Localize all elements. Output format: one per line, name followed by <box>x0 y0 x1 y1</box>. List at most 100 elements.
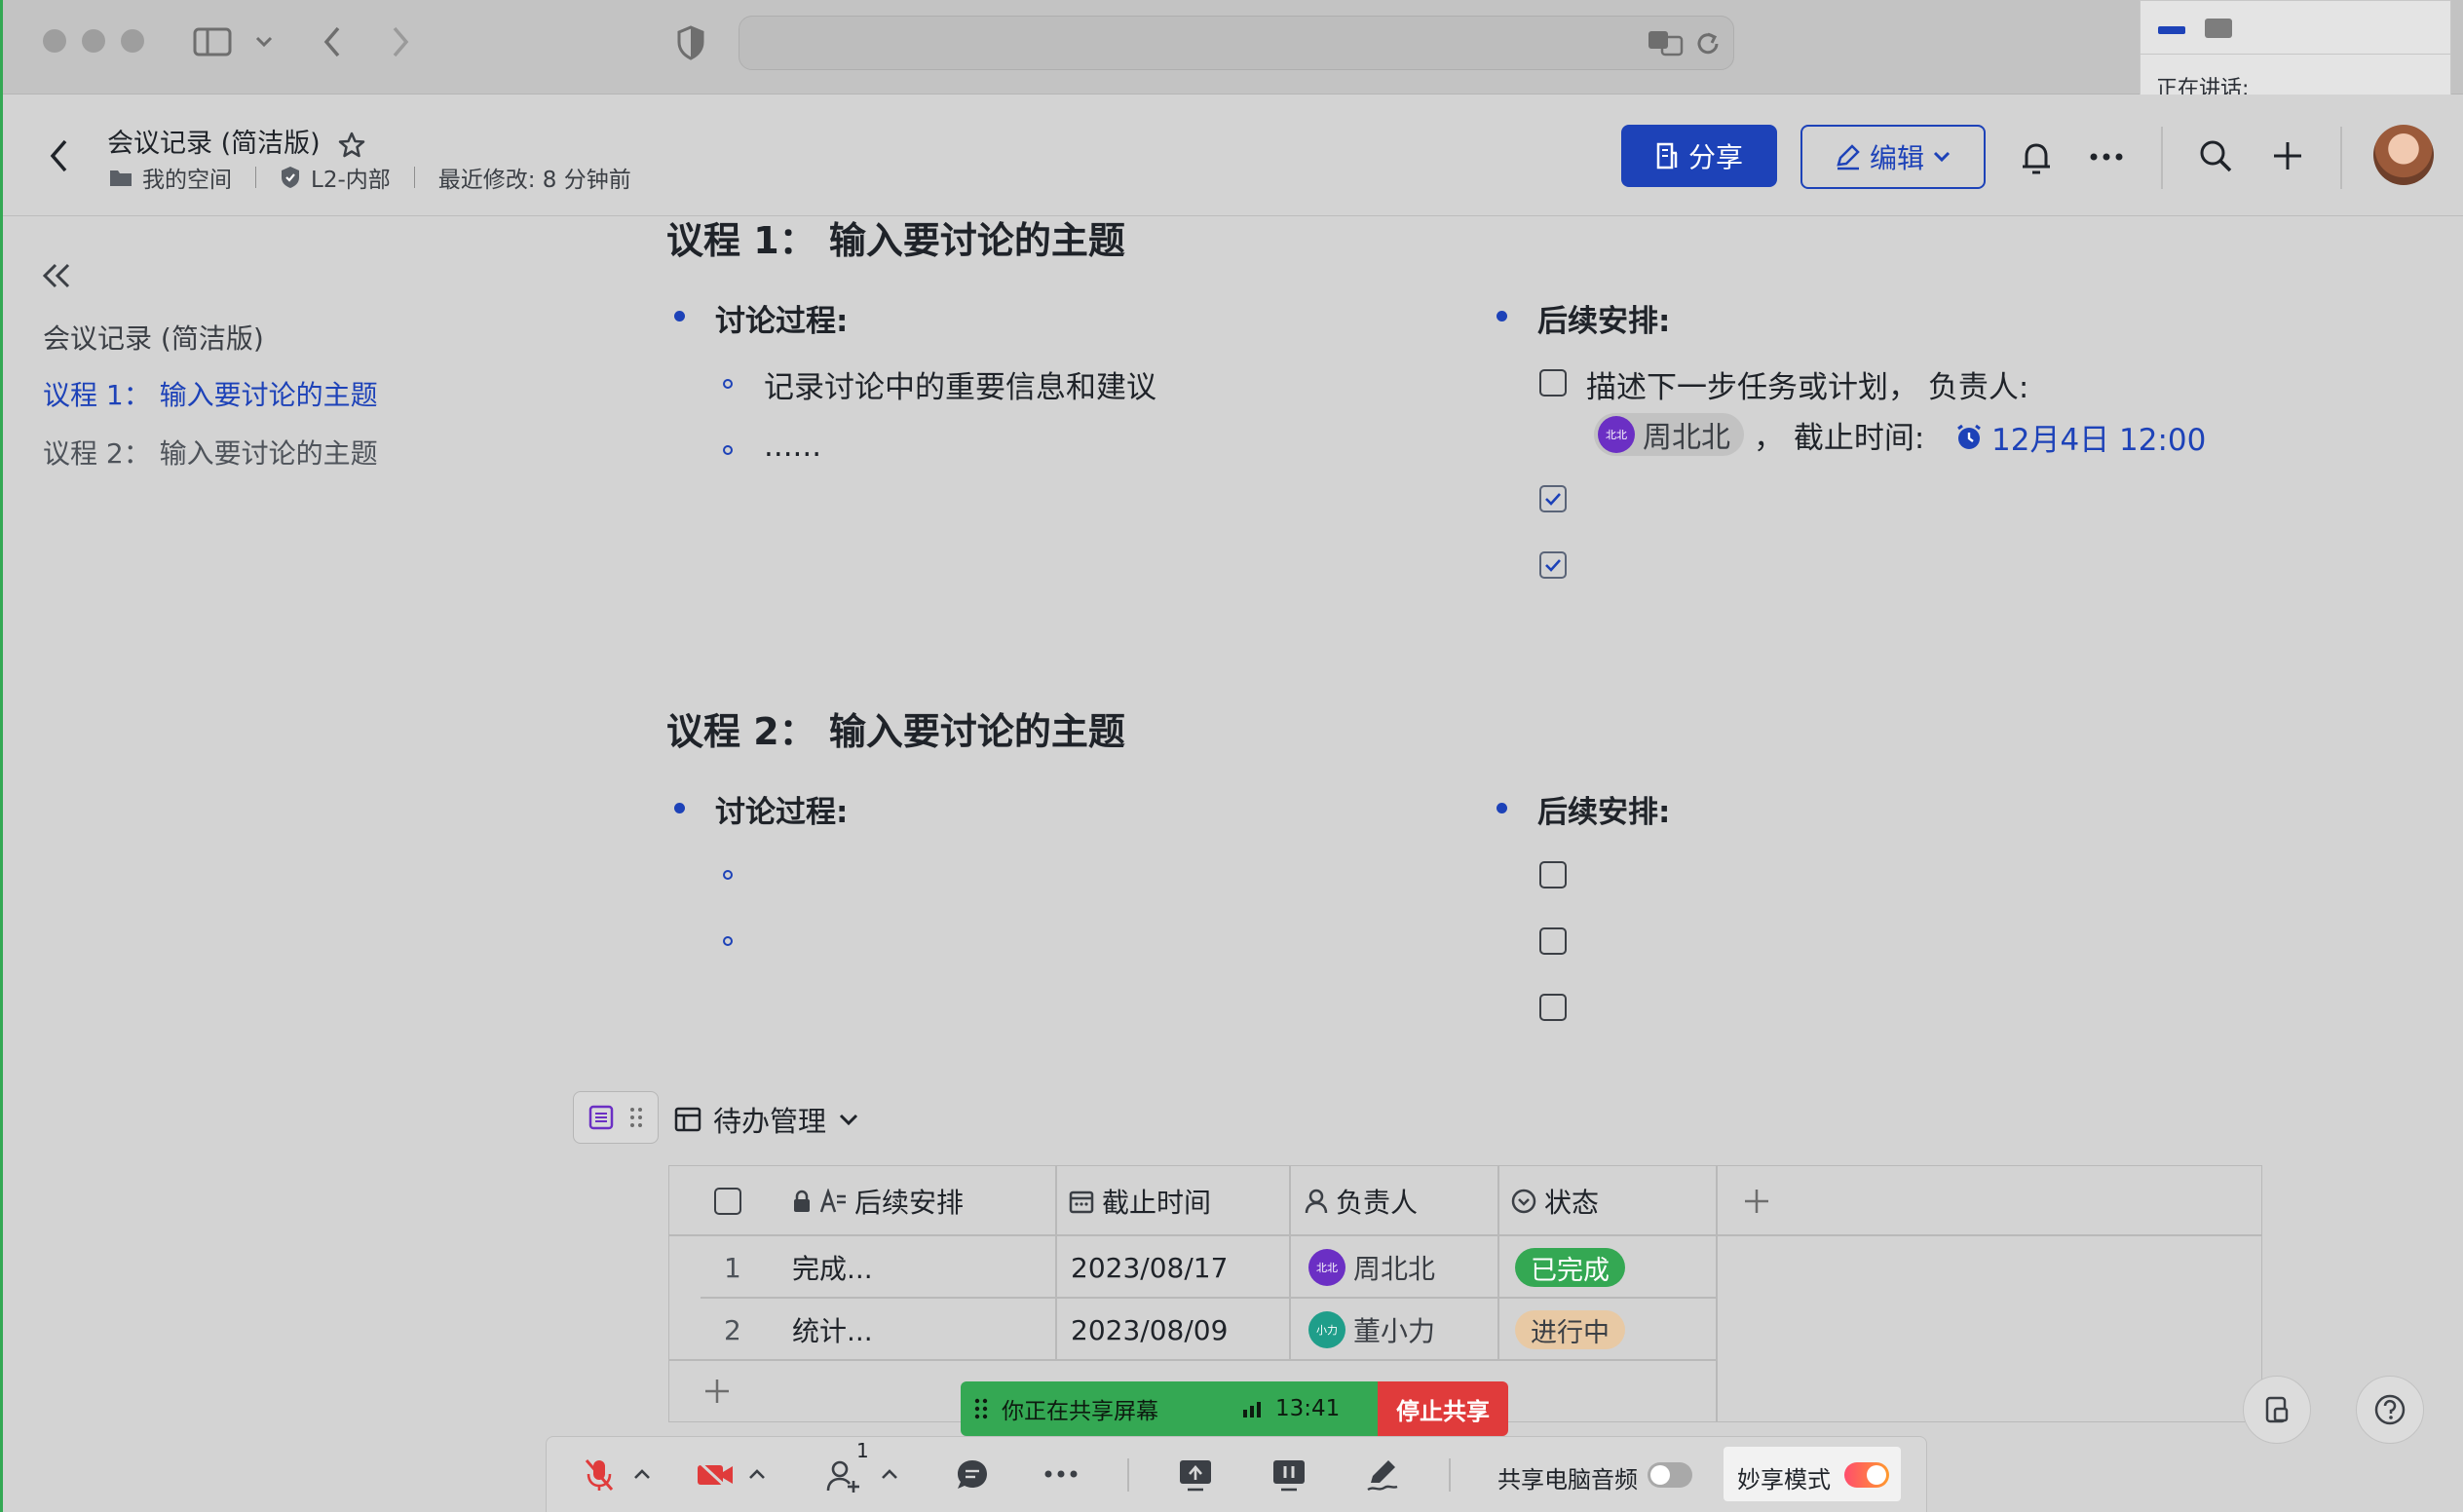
outline-item-agenda-1[interactable]: 议程 1： 输入要讨论的主题 <box>43 374 378 413</box>
cell-deadline[interactable]: 2023/08/17 <box>1071 1248 1228 1287</box>
back-arrow-icon[interactable] <box>45 134 72 177</box>
minimize-window-button[interactable] <box>82 29 105 53</box>
cell-owner[interactable]: 北北 周北北 <box>1308 1246 1435 1289</box>
close-window-button[interactable] <box>43 29 66 53</box>
outline-item-doc-title[interactable]: 会议记录 (简洁版) <box>43 318 264 357</box>
status-badge[interactable]: 进行中 <box>1515 1310 1625 1349</box>
more-icon[interactable] <box>1042 1466 1080 1482</box>
document-title-text: 会议记录 (简洁版) <box>107 129 321 159</box>
edit-button[interactable]: 编辑 <box>1800 125 1986 189</box>
address-bar[interactable] <box>739 16 1734 70</box>
annotate-icon[interactable] <box>1363 1456 1402 1493</box>
task-checkbox[interactable] <box>1539 369 1567 397</box>
stop-share-button[interactable]: 停止共享 <box>1378 1381 1508 1436</box>
user-avatar[interactable] <box>2373 125 2434 185</box>
drag-handle-icon[interactable] <box>626 1104 646 1131</box>
location-label[interactable]: 我的空间 <box>142 161 232 194</box>
cell-task[interactable]: 完成... <box>792 1248 873 1287</box>
status-badge[interactable]: 已完成 <box>1515 1248 1625 1287</box>
security-label[interactable]: L2-内部 <box>311 161 391 194</box>
divider <box>701 1297 1716 1299</box>
share-audio-toggle[interactable] <box>1648 1462 1692 1488</box>
more-icon[interactable] <box>2087 142 2126 171</box>
bell-icon[interactable] <box>2017 136 2056 179</box>
star-icon[interactable] <box>338 132 365 159</box>
column-header-owner[interactable]: 负责人 <box>1305 1182 1418 1221</box>
agenda-1-heading[interactable]: 议程 1： 输入要讨论的主题 <box>666 210 1125 264</box>
column-header-deadline[interactable]: 截止时间 <box>1069 1182 1211 1221</box>
zoom-window-button[interactable] <box>121 29 144 53</box>
pause-share-icon[interactable] <box>1269 1456 1308 1493</box>
camera-off-icon[interactable] <box>695 1458 736 1492</box>
plus-icon[interactable] <box>2268 136 2307 175</box>
row-index: 1 <box>724 1248 741 1287</box>
divider <box>1497 1166 1499 1359</box>
add-row-icon[interactable] <box>701 1375 734 1408</box>
share-button[interactable]: 分享 <box>1621 125 1777 187</box>
add-column-icon[interactable] <box>1737 1182 1776 1221</box>
row-index: 2 <box>724 1310 741 1349</box>
chevron-up-icon[interactable] <box>878 1464 901 1484</box>
assignee-mention[interactable]: 北北 周北北 <box>1594 413 1744 456</box>
task-checkbox[interactable] <box>1539 927 1567 955</box>
task-checkbox[interactable] <box>1539 861 1567 888</box>
forward-icon[interactable] <box>386 23 415 60</box>
followup-label[interactable]: 后续安排: <box>1537 296 1670 340</box>
column-header-task[interactable]: 后续安排 <box>792 1182 964 1221</box>
folder-icon <box>109 168 133 187</box>
task-checkbox-checked[interactable] <box>1539 551 1567 579</box>
minimize-icon[interactable] <box>2158 26 2185 34</box>
window-icon[interactable] <box>2205 19 2232 38</box>
block-toolbar[interactable] <box>573 1091 659 1144</box>
chevron-down-icon[interactable] <box>251 31 277 53</box>
participants-icon[interactable] <box>825 1456 864 1495</box>
document-title[interactable]: 会议记录 (简洁版) <box>107 122 365 160</box>
cell-task[interactable]: 统计... <box>792 1310 873 1349</box>
reload-icon[interactable] <box>1692 28 1724 59</box>
magic-share-mode[interactable]: 妙享模式 <box>1724 1447 1901 1501</box>
agenda-2-heading[interactable]: 议程 2： 输入要讨论的主题 <box>666 701 1125 755</box>
select-all-checkbox[interactable] <box>714 1188 741 1215</box>
column-header-status[interactable]: 状态 <box>1511 1182 1599 1221</box>
discussion-label[interactable]: 讨论过程: <box>715 296 848 340</box>
translate-icon[interactable] <box>1646 26 1685 59</box>
task-text[interactable]: 描述下一步任务或计划， 负责人: <box>1586 362 2028 406</box>
mic-muted-icon[interactable] <box>582 1456 617 1493</box>
task-checkbox[interactable] <box>1539 994 1567 1021</box>
sidebar-toggle-icon[interactable] <box>191 25 234 58</box>
help-button[interactable] <box>2356 1376 2424 1444</box>
text-field-icon <box>819 1189 847 1214</box>
share-screen-icon[interactable] <box>1176 1456 1215 1493</box>
divider <box>2161 127 2163 189</box>
collapse-outline-icon[interactable] <box>39 259 74 292</box>
privacy-shield-icon[interactable] <box>674 23 707 62</box>
lock-icon <box>792 1190 812 1213</box>
outline-item-agenda-2[interactable]: 议程 2： 输入要讨论的主题 <box>43 433 378 472</box>
discussion-item[interactable]: 记录讨论中的重要信息和建议 <box>764 362 1156 406</box>
discussion-label[interactable]: 讨论过程: <box>715 787 848 831</box>
cell-owner[interactable]: 小力 董小力 <box>1308 1308 1435 1351</box>
doc-info-button[interactable] <box>2243 1376 2311 1444</box>
sharing-status[interactable]: 你正在共享屏幕 13:41 <box>961 1381 1378 1436</box>
divider <box>2141 54 2450 55</box>
cell-deadline[interactable]: 2023/08/09 <box>1071 1310 1228 1349</box>
table-title[interactable]: 待办管理 <box>674 1099 859 1140</box>
signal-icon <box>1242 1400 1264 1418</box>
bullet <box>674 311 685 321</box>
back-icon[interactable] <box>318 23 347 60</box>
chevron-up-icon[interactable] <box>630 1464 654 1484</box>
list-view-icon[interactable] <box>587 1104 615 1131</box>
deadline-reminder[interactable]: 12月4日 12:00 <box>1954 415 2206 459</box>
building-icon <box>1655 141 1679 170</box>
edit-label: 编辑 <box>1870 137 1924 176</box>
task-checkbox-checked[interactable] <box>1539 485 1567 512</box>
bullet <box>674 803 685 813</box>
chevron-up-icon[interactable] <box>745 1464 769 1484</box>
followup-label[interactable]: 后续安排: <box>1537 787 1670 831</box>
search-icon[interactable] <box>2196 136 2235 175</box>
divider <box>669 1359 1716 1361</box>
discussion-item[interactable]: ...... <box>764 429 821 464</box>
chat-icon[interactable] <box>954 1456 991 1493</box>
drag-handle-icon[interactable] <box>974 1396 988 1421</box>
magic-share-toggle[interactable] <box>1844 1462 1889 1488</box>
